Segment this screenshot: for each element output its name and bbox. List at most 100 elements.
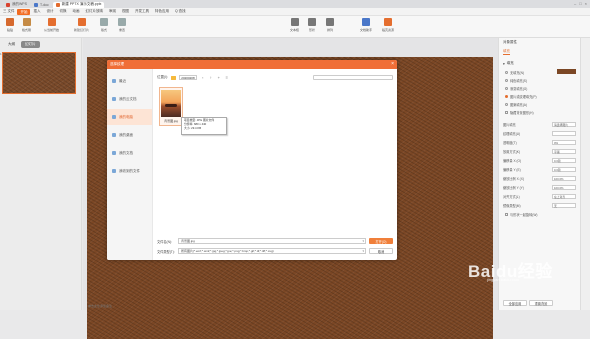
- doc-assistant-button[interactable]: 文档助手: [360, 18, 372, 32]
- chevron-down-icon: ▾: [503, 61, 505, 66]
- textbox-icon: [290, 18, 299, 26]
- menu-transition[interactable]: 切换: [56, 8, 69, 16]
- brush-icon: [22, 18, 31, 26]
- radio-selected-icon: [505, 94, 508, 98]
- slide-thumbnail[interactable]: [2, 52, 76, 94]
- play-from-current-button[interactable]: 从当前开始: [44, 18, 59, 32]
- tab-fill[interactable]: 填充: [503, 49, 510, 55]
- option-gradient-fill[interactable]: 渐变填充(G): [499, 84, 580, 92]
- inbox-icon: [112, 169, 116, 173]
- filetype-select[interactable]: 所有图片(*.emf;*.wmf;*.jpg;*.jpeg;*.jpe;*.pn…: [178, 248, 366, 254]
- format-painter-button[interactable]: 格式刷: [22, 18, 31, 32]
- scale-y-stepper[interactable]: 100.0%: [552, 185, 576, 190]
- offset-y-stepper[interactable]: 0.0磅: [552, 167, 576, 172]
- menu-home[interactable]: 开始: [17, 9, 31, 15]
- menu-special[interactable]: 特色应用: [152, 8, 172, 16]
- apply-all-button[interactable]: 全部应用: [503, 300, 527, 306]
- menu-view[interactable]: 视图: [119, 8, 132, 16]
- arrange-icon: [326, 18, 334, 26]
- alignment-select[interactable]: 左上对齐: [552, 194, 576, 199]
- prop-transparency: 透明度(T) 0%: [499, 138, 580, 147]
- checkbox-icon: [505, 212, 508, 216]
- sidebar-item-received-files[interactable]: 我收到的文件: [107, 163, 152, 179]
- offset-x-stepper[interactable]: 0.0磅: [552, 158, 576, 163]
- picture-fill-select[interactable]: 请选择图片: [552, 122, 576, 127]
- cloud-icon: [112, 97, 116, 101]
- file-name: 背景图.jpg: [164, 119, 178, 123]
- view-mode-icon[interactable]: ≡: [224, 75, 229, 80]
- menu-review[interactable]: 审阅: [106, 8, 119, 16]
- placement-select[interactable]: 平铺: [552, 149, 576, 154]
- reset-button[interactable]: 重置: [118, 18, 126, 32]
- textbox-button[interactable]: 文本框: [290, 18, 299, 32]
- cancel-button[interactable]: 取消: [369, 248, 393, 254]
- location-select[interactable]: 20200208: [179, 75, 198, 80]
- file-item[interactable]: 背景图.jpg: [159, 87, 183, 126]
- sidebar-item-cloud-docs[interactable]: 我的云文档: [107, 91, 152, 107]
- mirror-select[interactable]: 无: [552, 203, 576, 208]
- menu-search[interactable]: Q 查找: [172, 8, 189, 16]
- new-folder-icon[interactable]: +: [216, 75, 221, 80]
- open-button[interactable]: 打开(O): [369, 238, 393, 244]
- menu-design[interactable]: 设计: [43, 8, 56, 16]
- option-pattern-fill[interactable]: 图案填充(A): [499, 100, 580, 108]
- slide-thumbnail-panel: 大纲 幻灯片 1: [0, 38, 82, 310]
- location-label: 位置(I):: [157, 75, 169, 79]
- sidebar-item-documents[interactable]: 我的文档: [107, 145, 152, 161]
- new-slide-button[interactable]: 新建幻灯片: [74, 18, 89, 32]
- scale-x-stepper[interactable]: 100.0%: [552, 176, 576, 181]
- minimize-icon[interactable]: –: [574, 1, 576, 6]
- option-hide-background[interactable]: 隐藏背景图形(H): [499, 108, 580, 116]
- texture-fill-select[interactable]: [552, 131, 576, 136]
- file-thumbnail: [161, 90, 181, 117]
- layout-button[interactable]: 版式: [100, 18, 108, 32]
- filename-field[interactable]: 背景图.jpg ▾: [178, 238, 366, 244]
- select-texture-dialog: 选择纹理 × 最近 我的云文档 我的电脑 我的桌面 我的文档 我收到的文件 位置…: [107, 60, 397, 260]
- paste-icon: [6, 18, 14, 26]
- layout-icon: [100, 18, 108, 26]
- tab-slides[interactable]: 幻灯片: [21, 41, 40, 48]
- menu-file[interactable]: 三 文件: [0, 8, 17, 16]
- close-icon[interactable]: ×: [585, 1, 587, 6]
- chevron-down-icon[interactable]: ▾: [362, 239, 364, 243]
- back-icon[interactable]: ‹: [200, 75, 205, 80]
- fill-section-header[interactable]: ▾ 填充: [499, 57, 580, 68]
- fill-color-swatch[interactable]: [557, 69, 576, 74]
- chevron-down-icon[interactable]: ▾: [362, 249, 364, 253]
- radio-icon: [505, 102, 508, 106]
- search-input[interactable]: [313, 75, 393, 80]
- menu-insert[interactable]: 插入: [30, 8, 43, 16]
- paste-button[interactable]: 粘贴: [6, 18, 14, 32]
- file-tooltip: 项目类型: JPG 图片文件 分辨率: 680 x 440 大小: 29.4 K…: [181, 117, 227, 135]
- tab-outline[interactable]: 大纲: [4, 41, 19, 48]
- option-picture-texture-fill[interactable]: 图片或纹理填充(P): [499, 92, 580, 100]
- maximize-icon[interactable]: □: [579, 1, 581, 6]
- clock-icon: [112, 79, 116, 83]
- close-icon[interactable]: ×: [391, 61, 394, 67]
- computer-icon: [112, 115, 116, 119]
- sidebar-item-recent[interactable]: 最近: [107, 73, 152, 89]
- option-rotate-with-shape[interactable]: 与形状一起旋转(W): [499, 210, 580, 218]
- watermark-url: jingyan.baidu.com: [487, 277, 520, 282]
- prop-mirror: 镜像类型(M) 无: [499, 201, 580, 210]
- docer-resources-button[interactable]: 稻壳资源: [382, 18, 394, 32]
- up-folder-icon[interactable]: ↑: [208, 75, 213, 80]
- location-bar: 位置(I): 20200208 ‹ ↑ + ≡: [157, 74, 393, 81]
- menu-developer[interactable]: 开发工具: [132, 8, 152, 16]
- filename-label: 文件名(N):: [157, 239, 172, 244]
- arrange-button[interactable]: 排列: [326, 18, 334, 32]
- docer-icon: [384, 18, 392, 26]
- shape-button[interactable]: 形状: [308, 18, 316, 32]
- menu-animation[interactable]: 动画: [69, 8, 82, 16]
- option-solid-fill[interactable]: 纯色填充(S): [499, 76, 580, 84]
- transparency-input[interactable]: 0%: [552, 140, 576, 145]
- reset-background-button[interactable]: 重置背景: [529, 300, 553, 306]
- notes-placeholder[interactable]: 单击此处添加备注: [82, 302, 382, 310]
- panel-title: 对象属性: [503, 40, 517, 44]
- radio-icon: [505, 70, 508, 74]
- sidebar-item-desktop[interactable]: 我的桌面: [107, 127, 152, 143]
- filetype-label: 文件类型(T):: [157, 249, 175, 254]
- filename-row: 文件名(N): 背景图.jpg ▾ 打开(O): [157, 238, 393, 244]
- sidebar-item-my-computer[interactable]: 我的电脑: [107, 109, 152, 125]
- menu-slideshow[interactable]: 幻灯片放映: [82, 8, 106, 16]
